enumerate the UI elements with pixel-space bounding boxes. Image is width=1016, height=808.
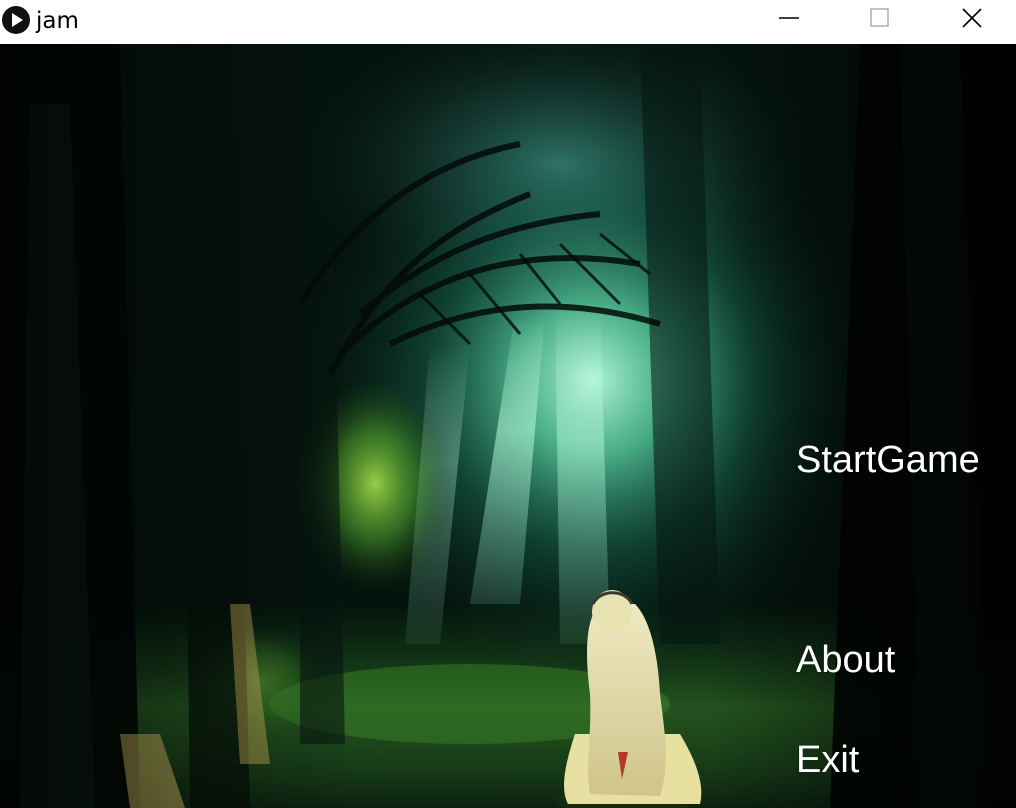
minimize-button[interactable] [766, 0, 812, 40]
window-title: jam [36, 8, 79, 34]
forest-background [0, 44, 1016, 808]
game-canvas[interactable]: StartGame About Exit [0, 44, 1016, 808]
exit-button[interactable]: Exit [796, 738, 859, 782]
about-button[interactable]: About [796, 638, 895, 682]
close-button[interactable] [949, 0, 995, 40]
play-circle-icon [1, 5, 31, 35]
maximize-icon [869, 7, 891, 34]
maximize-button[interactable] [857, 0, 903, 40]
minimize-icon [778, 7, 800, 34]
start-game-button[interactable]: StartGame [796, 438, 980, 482]
close-icon [960, 6, 984, 35]
window-titlebar: jam [0, 0, 1016, 44]
